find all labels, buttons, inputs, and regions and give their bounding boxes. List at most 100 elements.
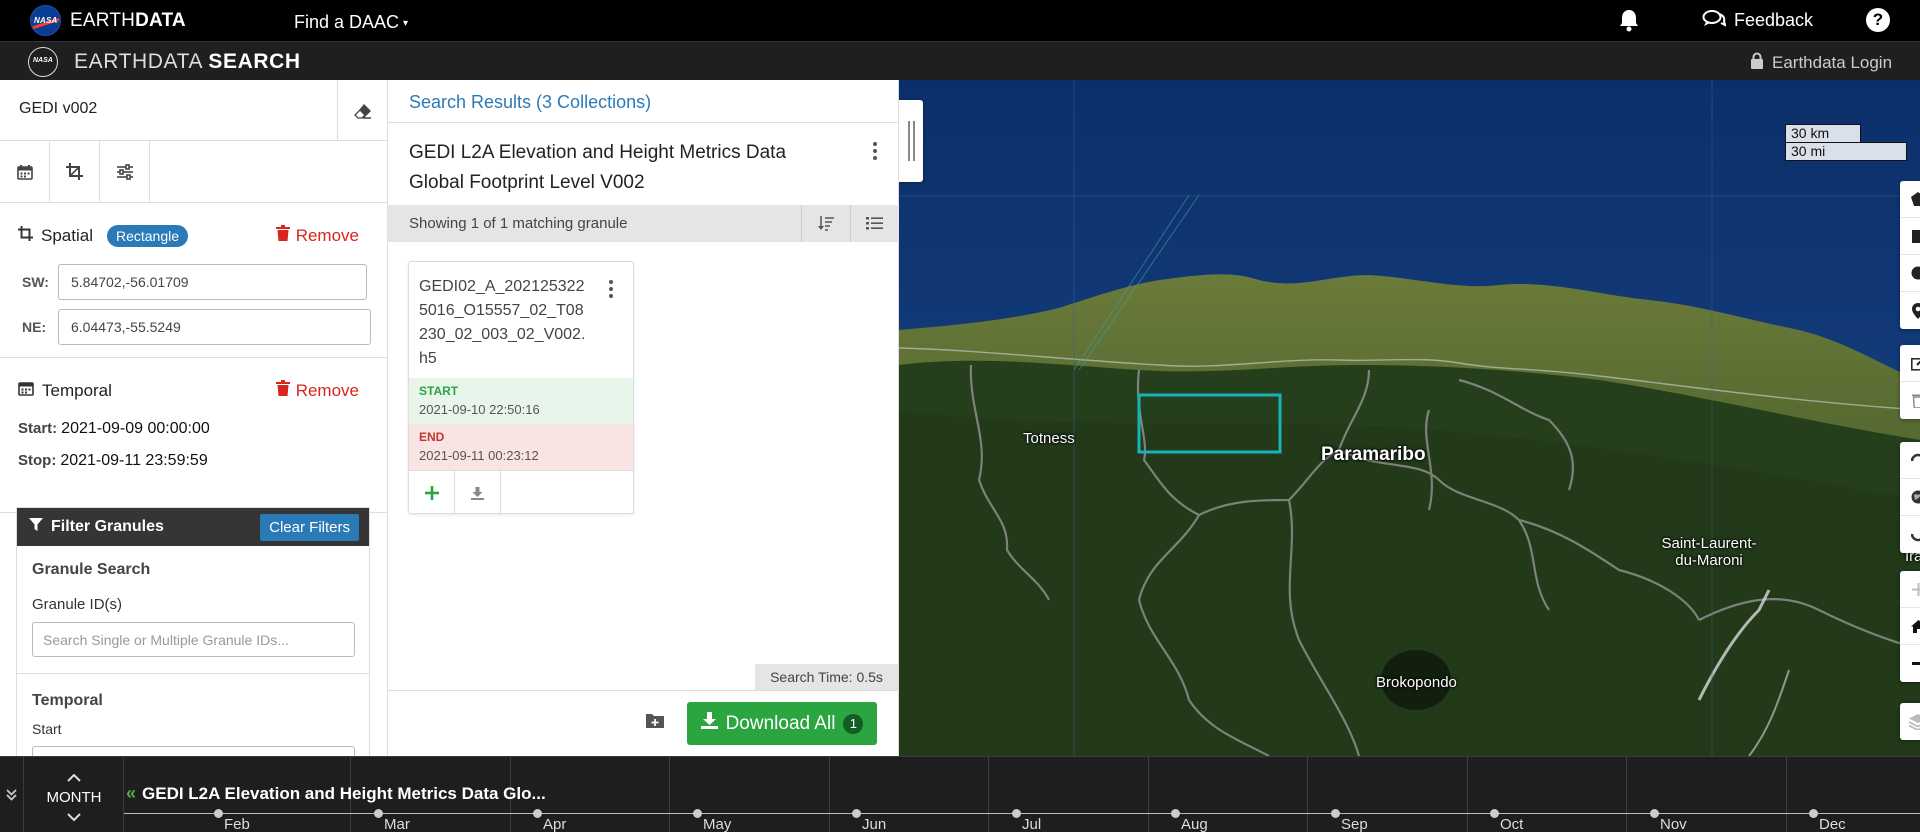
granule-ids-input[interactable]: Search Single or Multiple Granule IDs... bbox=[32, 622, 355, 657]
trash-icon bbox=[275, 380, 290, 401]
filter-temporal-heading: Temporal bbox=[32, 692, 103, 709]
granule-count-text: Showing 1 of 1 matching granule bbox=[409, 215, 628, 232]
granule-start-time: START 2021-09-10 22:50:16 bbox=[409, 378, 633, 424]
remove-spatial-button[interactable]: Remove bbox=[275, 225, 359, 246]
advanced-search-sliders-icon[interactable] bbox=[100, 141, 150, 202]
timeline-month-marker[interactable] bbox=[1331, 809, 1340, 818]
temporal-calendar-icon[interactable] bbox=[0, 141, 50, 202]
zoom-out-minus-icon[interactable] bbox=[1900, 645, 1920, 682]
map-label-saint-laurent: Saint-Laurent- du-Maroni bbox=[1661, 535, 1757, 569]
collection-title: GEDI L2A Elevation and Height Metrics Da… bbox=[409, 142, 787, 193]
spatial-filter-section: Spatial Rectangle Remove SW: 5.84702,-56… bbox=[0, 203, 387, 358]
timeline-month-label: Dec bbox=[1819, 816, 1846, 832]
map-imagery bbox=[899, 80, 1920, 756]
list-view-icon[interactable] bbox=[850, 205, 898, 242]
filter-start-label: Start bbox=[32, 721, 62, 737]
granule-actions bbox=[409, 470, 633, 513]
add-granule-plus-icon[interactable] bbox=[409, 471, 455, 513]
feedback-button[interactable]: Feedback bbox=[1702, 9, 1813, 32]
zoom-out-chevron-down-icon[interactable] bbox=[67, 813, 81, 821]
home-icon[interactable] bbox=[1900, 608, 1920, 645]
timeline-zoom-control: MONTH bbox=[24, 757, 124, 832]
spatial-type-badge: Rectangle bbox=[106, 225, 189, 247]
timeline-month-label: Oct bbox=[1500, 816, 1524, 832]
granule-card[interactable]: GEDI02_A_2021253225016_O15557_02_T08230_… bbox=[408, 261, 634, 514]
map-view[interactable]: Totness Paramaribo Saint-Laurent- du-Mar… bbox=[899, 80, 1920, 756]
draw-circle-icon[interactable] bbox=[1900, 255, 1920, 292]
timeline-month-marker[interactable] bbox=[1650, 809, 1659, 818]
timeline-month-label: Aug bbox=[1181, 816, 1208, 832]
timeline-collection-label[interactable]: « GEDI L2A Elevation and Height Metrics … bbox=[126, 783, 546, 804]
edit-shape-icon[interactable] bbox=[1900, 345, 1920, 382]
download-granule-icon[interactable] bbox=[455, 471, 501, 513]
download-all-button[interactable]: Download All 1 bbox=[687, 702, 877, 745]
search-time-indicator: Search Time: 0.5s bbox=[755, 664, 898, 690]
sort-icon[interactable] bbox=[801, 205, 849, 242]
crop-icon bbox=[18, 226, 33, 246]
timeline-month-marker[interactable] bbox=[374, 809, 383, 818]
zoom-in-plus-icon[interactable] bbox=[1900, 571, 1920, 608]
timeline-month-label: Apr bbox=[543, 816, 567, 832]
sw-coordinate-row: SW: 5.84702,-56.01709 bbox=[22, 264, 367, 300]
draw-tools bbox=[1900, 181, 1920, 329]
timeline-month-marker[interactable] bbox=[533, 809, 542, 818]
nasa-meatball-icon[interactable]: NASA bbox=[28, 47, 58, 77]
timeline-month-marker[interactable] bbox=[1012, 809, 1021, 818]
ne-coordinate-input[interactable]: 6.04473,-55.5249 bbox=[58, 309, 371, 345]
global-header: NASA EARTHDATA Find a DAAC ▾ Feedback ? bbox=[0, 0, 1920, 41]
draw-point-marker-icon[interactable] bbox=[1900, 292, 1920, 329]
chat-icon bbox=[1702, 9, 1727, 32]
notifications-bell-icon[interactable] bbox=[1618, 8, 1640, 32]
timeline: MONTH Feb Mar Apr May Jun Jul Aug Sep Oct Nov Dec … bbox=[0, 756, 1920, 832]
timeline-month-marker[interactable] bbox=[1490, 809, 1499, 818]
add-to-project-folder-icon[interactable] bbox=[646, 713, 664, 731]
projection-tools bbox=[1900, 442, 1920, 553]
draw-rectangle-icon[interactable] bbox=[1900, 218, 1920, 255]
search-results-tab[interactable]: Search Results (3 Collections) bbox=[409, 92, 651, 113]
granule-ids-label: Granule ID(s) bbox=[32, 596, 123, 613]
granule-more-actions-icon[interactable] bbox=[608, 280, 614, 298]
delete-shape-trash-icon[interactable] bbox=[1900, 382, 1920, 419]
geographic-projection-globe-icon[interactable] bbox=[1900, 479, 1920, 516]
double-chevron-left-icon: « bbox=[126, 783, 137, 803]
timeline-month-marker[interactable] bbox=[1809, 809, 1818, 818]
map-layers-icon[interactable] bbox=[1900, 703, 1920, 740]
temporal-stop-value: Stop: 2021-09-11 23:59:59 bbox=[18, 452, 208, 469]
collection-more-actions-icon[interactable] bbox=[872, 142, 878, 160]
nasa-logo[interactable]: NASA bbox=[30, 5, 61, 36]
timeline-collapse-chevron-icon[interactable] bbox=[0, 757, 24, 832]
draw-polygon-icon[interactable] bbox=[1900, 181, 1920, 218]
timeline-gridline bbox=[669, 757, 670, 832]
spatial-crop-icon[interactable] bbox=[50, 141, 100, 202]
clear-search-eraser-icon[interactable] bbox=[337, 80, 387, 141]
remove-temporal-button[interactable]: Remove bbox=[275, 380, 359, 401]
earthdata-login-button[interactable]: Earthdata Login bbox=[1750, 52, 1892, 74]
timeline-month-marker[interactable] bbox=[214, 809, 223, 818]
keyword-search-input[interactable]: GEDI v002 bbox=[19, 100, 97, 118]
timeline-month-label: Sep bbox=[1341, 816, 1368, 832]
granule-title: GEDI02_A_2021253225016_O15557_02_T08230_… bbox=[419, 278, 586, 367]
timeline-month-label: Jul bbox=[1022, 816, 1042, 832]
granule-search-heading: Granule Search bbox=[32, 561, 151, 578]
find-a-daac-menu[interactable]: Find a DAAC ▾ bbox=[294, 12, 408, 33]
download-count-badge: 1 bbox=[843, 713, 864, 734]
timeline-month-marker[interactable] bbox=[693, 809, 702, 818]
spatial-heading: Spatial Rectangle bbox=[18, 225, 189, 247]
clear-filters-button[interactable]: Clear Filters bbox=[260, 514, 359, 541]
panel-resize-handle[interactable] bbox=[899, 100, 923, 182]
sw-coordinate-input[interactable]: 5.84702,-56.01709 bbox=[58, 264, 367, 300]
antarctic-projection-icon[interactable] bbox=[1900, 516, 1920, 553]
search-tools bbox=[0, 141, 387, 203]
arctic-projection-icon[interactable] bbox=[1900, 442, 1920, 479]
granule-end-time: END 2021-09-11 00:23:12 bbox=[409, 424, 633, 470]
zoom-in-chevron-up-icon[interactable] bbox=[67, 774, 81, 782]
timeline-month-marker[interactable] bbox=[1171, 809, 1180, 818]
timeline-month-marker[interactable] bbox=[852, 809, 861, 818]
temporal-start-value: Start: 2021-09-09 00:00:00 bbox=[18, 420, 210, 437]
temporal-filter-section: Temporal Remove Start: 2021-09-09 00:00:0… bbox=[0, 358, 387, 513]
earthdata-search-title[interactable]: EARTHDATA SEARCH bbox=[74, 50, 301, 74]
temporal-heading: Temporal bbox=[18, 380, 112, 401]
filter-start-input[interactable] bbox=[32, 746, 355, 756]
earthdata-brand[interactable]: EARTHDATA bbox=[70, 10, 186, 32]
help-icon[interactable]: ? bbox=[1866, 8, 1890, 32]
